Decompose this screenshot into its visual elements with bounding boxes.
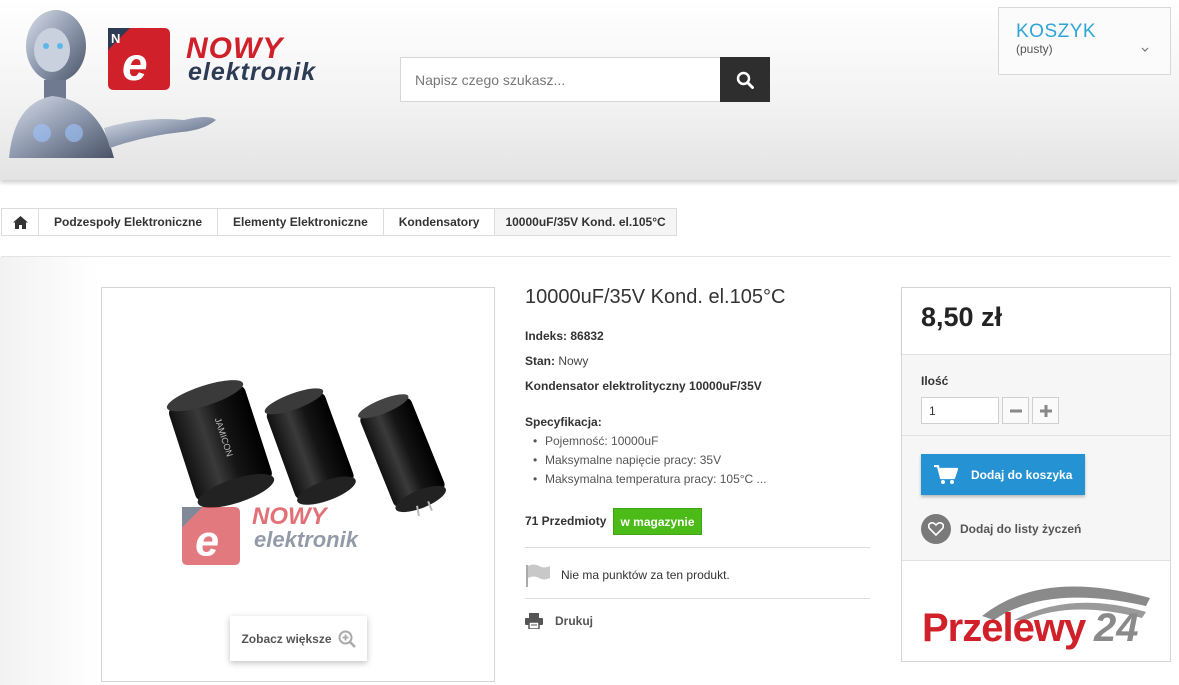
przelewy24-logo: Przelewy 24: [922, 576, 1154, 656]
breadcrumb-home[interactable]: [1, 208, 39, 236]
home-icon: [12, 215, 28, 229]
search-icon: [736, 71, 754, 89]
product-price: 8,50 zł: [921, 302, 1003, 332]
add-to-cart-button[interactable]: Dodaj do koszyka: [921, 454, 1085, 495]
breadcrumb-item-elementy[interactable]: Elementy Elektroniczne: [218, 208, 384, 236]
spec-item: Maksymalne napięcie pracy: 35V: [533, 451, 767, 470]
search-button[interactable]: [720, 57, 770, 102]
site-logo[interactable]: N e NOWY elektronik: [108, 28, 358, 92]
svg-text:e: e: [195, 518, 219, 565]
print-label: Drukuj: [555, 614, 594, 628]
short-description-text: Kondensator elektrolityczny 10000uF/35V: [525, 379, 762, 393]
spec-title: Specyfikacja:: [525, 415, 602, 429]
product-condition: Stan: Nowy: [525, 354, 588, 368]
add-to-cart-section: Dodaj do koszyka Dodaj do listy życzeń: [902, 436, 1170, 561]
logo-word-elektronik: elektronik: [188, 58, 317, 86]
divider: [525, 547, 870, 548]
search-input[interactable]: [400, 57, 721, 102]
index-value: 86832: [570, 329, 604, 343]
spec-item: Maksymalna temperatura pracy: 105°C ...: [533, 470, 767, 489]
left-gradient: [0, 257, 100, 685]
product-title: 10000uF/35V Kond. el.105°C: [525, 286, 786, 308]
wishlist-button[interactable]: Dodaj do listy życzeń: [921, 514, 1081, 544]
breadcrumb-item-podzespoly[interactable]: Podzespoły Elektroniczne: [39, 208, 219, 236]
zoom-label: Zobacz większe: [241, 631, 332, 646]
quantity-decrease-button[interactable]: [1002, 397, 1029, 424]
divider: [525, 598, 870, 599]
search-form: [400, 57, 770, 102]
buy-box: 8,50 zł Ilość Dodaj do koszy: [901, 287, 1171, 662]
loyalty-points: Nie ma punktów za ten produkt.: [525, 563, 730, 587]
zoom-button[interactable]: Zobacz większe: [230, 616, 367, 661]
product-index: Indeks: 86832: [525, 329, 604, 343]
cart-title: KOSZYK: [1016, 21, 1097, 42]
condition-label: Stan:: [525, 354, 555, 368]
wishlist-icon-circle: [921, 514, 951, 544]
product-short-description: Kondensator elektrolityczny 10000uF/35V: [525, 379, 762, 393]
add-to-cart-label: Dodaj do koszyka: [971, 467, 1073, 482]
print-icon: [525, 613, 543, 629]
quantity-input[interactable]: [921, 397, 999, 424]
index-label: Indeks:: [525, 329, 568, 343]
quantity-label: Ilość: [921, 374, 949, 388]
quantity-increase-button[interactable]: [1032, 397, 1059, 424]
breadcrumb-item-current: 10000uF/35V Kond. el.105°C: [495, 208, 677, 236]
product-image: JAMICON: [166, 380, 446, 517]
chevron-down-icon: [1141, 47, 1149, 52]
breadcrumb: Podzespoły Elektroniczne Elementy Elektr…: [1, 208, 677, 236]
cart-dropdown[interactable]: KOSZYK (pusty): [998, 7, 1171, 75]
print-button[interactable]: Drukuj: [525, 613, 593, 629]
zoom-in-icon: [338, 630, 356, 648]
condition-value: Nowy: [558, 354, 589, 368]
points-text: Nie ma punktów za ten produkt.: [561, 568, 730, 582]
cart-icon: [934, 464, 958, 484]
price-section: 8,50 zł: [902, 288, 1170, 355]
divider: [1, 256, 1171, 257]
stock-badge: w magazynie: [613, 508, 702, 535]
nowy-elektronik-logo-icon: N e: [108, 28, 170, 90]
wishlist-label: Dodaj do listy życzeń: [960, 522, 1082, 536]
p24-word2: 24: [1094, 606, 1139, 650]
spec-item: Pojemność: 10000uF: [533, 432, 767, 451]
cart-status: (pusty): [1016, 42, 1053, 56]
svg-text:e: e: [122, 38, 148, 90]
p24-word1: Przelewy: [922, 606, 1086, 650]
product-image-box[interactable]: JAMICON e NOWY elektronik Zobacz większe: [101, 287, 495, 682]
minus-icon: [1009, 409, 1022, 412]
stock-count: 71 Przedmioty: [525, 514, 607, 528]
watermark-word2: elektronik: [254, 527, 358, 552]
breadcrumb-item-kondensatory[interactable]: Kondensatory: [383, 208, 496, 236]
site-header: N e NOWY elektronik KOSZYK (pusty): [0, 0, 1179, 180]
flag-icon: [526, 564, 550, 587]
watermark-logo-icon: e: [182, 507, 240, 565]
image-watermark: e NOWY elektronik: [182, 503, 422, 578]
quantity-section: Ilość: [902, 355, 1170, 436]
svg-text:N: N: [111, 31, 120, 46]
spec-list: Pojemność: 10000uF Maksymalne napięcie p…: [533, 432, 767, 489]
plus-icon: [1039, 404, 1052, 417]
spec-title-text: Specyfikacja:: [525, 415, 602, 429]
heart-icon: [928, 522, 944, 536]
